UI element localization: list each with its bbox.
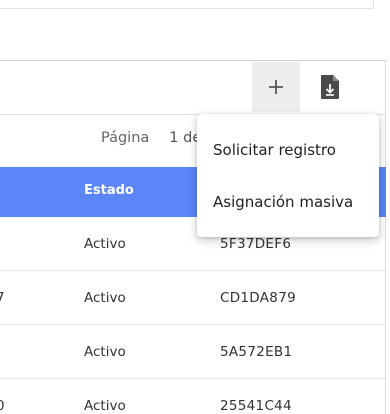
menu-item-asignacion-masiva[interactable]: Asignación masiva xyxy=(197,176,379,228)
add-menu: Solicitar registro Asignación masiva xyxy=(197,114,379,237)
cell-text: 0 xyxy=(0,398,5,414)
cell-estado: Activo xyxy=(84,344,126,360)
add-button[interactable] xyxy=(252,62,300,112)
cell-text: 7 xyxy=(0,290,5,306)
plus-icon xyxy=(269,80,283,94)
cell-id: 5A572EB1 xyxy=(220,344,293,360)
cell-estado: Activo xyxy=(84,290,126,306)
page: Página 1 de Estado Activo 5F37DEF6 7 Acti… xyxy=(0,0,390,414)
table-row[interactable]: 7 Activo CD1DA879 xyxy=(0,271,386,325)
pagination-label: Página xyxy=(101,130,150,146)
file-download-icon xyxy=(321,75,339,99)
table-row[interactable]: 0 Activo 25541C44 xyxy=(0,379,386,414)
menu-item-solicitar-registro[interactable]: Solicitar registro xyxy=(197,124,379,176)
column-header-estado[interactable]: Estado xyxy=(84,183,134,198)
download-button[interactable] xyxy=(310,66,350,108)
cell-id: 5F37DEF6 xyxy=(220,236,292,252)
divider xyxy=(0,60,386,61)
cell-id: 25541C44 xyxy=(220,398,292,414)
table-row[interactable]: Activo 5A572EB1 xyxy=(0,325,386,379)
cell-estado: Activo xyxy=(84,236,126,252)
cell-estado: Activo xyxy=(84,398,126,414)
divider xyxy=(0,8,374,9)
divider xyxy=(373,0,374,8)
cell-id: CD1DA879 xyxy=(220,290,296,306)
pagination: Página 1 de xyxy=(101,130,201,146)
